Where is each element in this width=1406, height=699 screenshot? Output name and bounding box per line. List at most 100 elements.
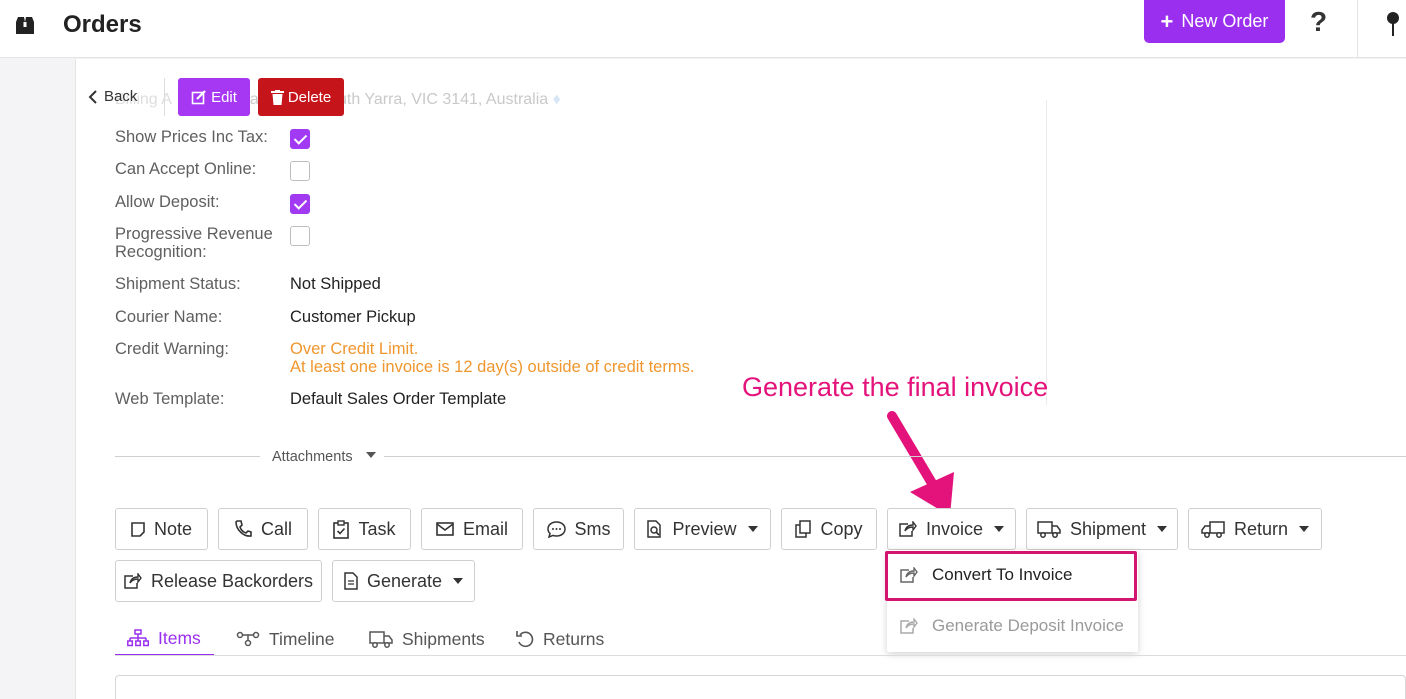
tab-timeline[interactable]: Timeline [236,622,334,656]
tab-timeline-label: Timeline [269,628,335,649]
document-icon [344,572,358,590]
generate-deposit-invoice-item[interactable]: Generate Deposit Invoice [887,601,1138,651]
shipment-status-row: Shipment Status: Not Shipped [115,275,381,293]
sms-label: Sms [574,518,611,539]
return-label: Return [1233,518,1289,539]
progressive-revenue-row: Progressive Revenue Recognition: [115,225,285,261]
back-link[interactable]: Back [88,88,137,105]
clipboard-check-icon [333,519,350,539]
show-prices-inc-tax-checkbox[interactable] [290,129,310,149]
credit-warning-label: Credit Warning: [115,340,230,358]
tab-returns-label: Returns [543,628,605,649]
credit-warning-line2: At least one invoice is 12 day(s) outsid… [290,358,695,376]
task-label: Task [358,518,396,539]
shipment-status-value: Not Shipped [290,275,381,293]
invoice-dropdown-menu: Convert To Invoice Generate Deposit Invo… [887,550,1138,652]
share-square-icon [900,618,918,634]
generate-button[interactable]: Generate [332,560,475,602]
annotation-text: Generate the final invoice [742,372,1049,402]
pin-icon[interactable] [1384,10,1402,38]
tab-shipments[interactable]: Shipments [369,622,485,656]
return-button[interactable]: Return [1188,508,1322,550]
invoice-button[interactable]: Invoice [887,508,1016,550]
allow-deposit-label: Allow Deposit: [115,193,220,211]
edit-label: Edit [211,88,237,106]
preview-button[interactable]: Preview [634,508,771,550]
show-prices-inc-tax-label: Show Prices Inc Tax: [115,128,268,146]
generate-deposit-invoice-label: Generate Deposit Invoice [932,616,1124,635]
courier-name-value: Customer Pickup [290,308,416,326]
progressive-revenue-label: Progressive Revenue Recognition: [115,225,273,261]
progressive-revenue-checkbox[interactable] [290,226,310,246]
document-search-icon [647,520,662,538]
email-button[interactable]: Email [421,508,523,550]
page-title: Orders [63,11,142,38]
column-divider [1046,100,1047,405]
release-backorders-button[interactable]: Release Backorders [115,560,322,602]
shipment-status-label: Shipment Status: [115,275,241,293]
shipment-label: Shipment [1069,518,1147,539]
convert-to-invoice-label: Convert To Invoice [932,565,1073,584]
share-square-icon [899,521,917,537]
web-template-value: Default Sales Order Template [290,390,507,408]
delete-button[interactable]: Delete [258,78,344,116]
attachments-divider-right [384,456,1406,457]
items-panel [115,675,1406,699]
credit-warning-value: Over Credit Limit. At least one invoice … [290,340,694,376]
share-square-icon [900,567,918,583]
delete-label: Delete [287,88,332,106]
convert-to-invoice-item[interactable]: Convert To Invoice [887,550,1138,600]
phone-icon [235,520,252,537]
note-button[interactable]: Note [115,508,208,550]
chat-bubble-icon [546,520,566,538]
tab-shipments-label: Shipments [402,628,485,649]
share-square-icon [124,573,142,589]
show-prices-inc-tax-row: Show Prices Inc Tax: [115,128,290,146]
shipment-button[interactable]: Shipment [1026,508,1178,550]
note-label: Note [153,518,193,539]
chevron-left-icon [88,89,97,104]
preview-label: Preview [672,518,737,539]
undo-icon [516,631,534,648]
edit-button[interactable]: Edit [178,78,250,116]
caret-down-icon [1299,526,1310,532]
copy-button[interactable]: Copy [781,508,877,550]
trash-icon [270,89,284,105]
envelope-icon [436,522,454,536]
can-accept-online-checkbox[interactable] [290,161,310,181]
call-button[interactable]: Call [218,508,308,550]
caret-down-icon [1157,526,1168,532]
header-divider [1357,0,1358,58]
courier-name-label: Courier Name: [115,308,223,326]
sitemap-icon [127,629,149,647]
allow-deposit-row: Allow Deposit: [115,193,290,211]
sms-button[interactable]: Sms [533,508,624,550]
caret-down-icon[interactable] [366,452,376,458]
help-icon[interactable]: ? [1310,6,1327,38]
copy-label: Copy [820,518,863,539]
copy-icon [795,520,812,538]
task-button[interactable]: Task [318,508,411,550]
allow-deposit-checkbox[interactable] [290,194,310,214]
tab-returns[interactable]: Returns [516,622,604,656]
caret-down-icon [747,526,758,532]
generate-label: Generate [366,570,443,591]
can-accept-online-row: Can Accept Online: [115,160,290,178]
web-template-row: Web Template: Default Sales Order Templa… [115,390,506,408]
attachments-toggle[interactable]: Attachments [272,449,353,465]
new-order-label: New Order [1181,11,1269,31]
release-backorders-label: Release Backorders [150,570,314,591]
truck-icon [1037,520,1061,538]
tabs-divider [115,655,1406,656]
edit-icon [191,90,206,105]
caret-down-icon [994,526,1005,532]
truck-icon [369,630,393,648]
credit-warning-line1: Over Credit Limit. [290,340,419,358]
package-icon [16,17,34,34]
nav-divider [164,78,165,116]
invoice-label: Invoice [925,518,984,539]
new-order-button[interactable]: + New Order [1144,0,1285,43]
credit-warning-row: Credit Warning: Over Credit Limit. At le… [115,340,694,376]
tab-items[interactable]: Items [115,622,214,656]
back-label: Back [104,88,138,105]
